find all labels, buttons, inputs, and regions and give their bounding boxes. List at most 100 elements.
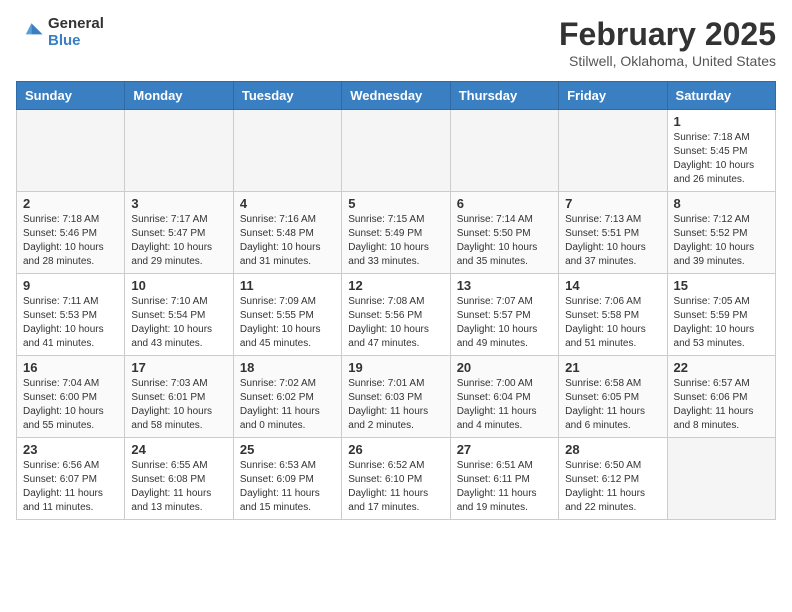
day-info: Sunrise: 7:06 AMSunset: 5:58 PMDaylight:… — [565, 295, 660, 351]
day-info: Sunrise: 7:10 AMSunset: 5:54 PMDaylight:… — [131, 295, 226, 351]
day-number: 10 — [131, 278, 226, 293]
day-info: Sunrise: 7:04 AMSunset: 6:00 PMDaylight:… — [23, 377, 118, 433]
calendar-cell — [667, 438, 775, 520]
day-info: Sunrise: 7:03 AMSunset: 6:01 PMDaylight:… — [131, 377, 226, 433]
day-header: Friday — [559, 82, 667, 110]
day-number: 3 — [131, 196, 226, 211]
calendar-cell: 22 Sunrise: 6:57 AMSunset: 6:06 PMDayligh… — [667, 356, 775, 438]
day-number: 14 — [565, 278, 660, 293]
day-info: Sunrise: 7:01 AMSunset: 6:03 PMDaylight:… — [348, 377, 443, 433]
calendar-cell — [125, 110, 233, 192]
calendar-cell — [17, 110, 125, 192]
day-info: Sunrise: 6:57 AMSunset: 6:06 PMDaylight:… — [674, 377, 769, 433]
calendar-cell: 23Sunrise: 6:56 AMSunset: 6:07 PMDayligh… — [17, 438, 125, 520]
calendar-cell: 8 Sunrise: 7:12 AMSunset: 5:52 PMDaylight… — [667, 192, 775, 274]
calendar-cell: 4 Sunrise: 7:16 AMSunset: 5:48 PMDaylight… — [233, 192, 341, 274]
day-number: 16 — [23, 360, 118, 375]
day-number: 8 — [674, 196, 769, 211]
calendar-cell — [342, 110, 450, 192]
day-info: Sunrise: 7:09 AMSunset: 5:55 PMDaylight:… — [240, 295, 335, 351]
day-number: 28 — [565, 442, 660, 457]
month-title: February 2025 — [559, 16, 776, 53]
calendar-cell: 24 Sunrise: 6:55 AMSunset: 6:08 PMDayligh… — [125, 438, 233, 520]
day-info: Sunrise: 7:05 AMSunset: 5:59 PMDaylight:… — [674, 295, 769, 351]
day-number: 7 — [565, 196, 660, 211]
day-info: Sunrise: 6:50 AMSunset: 6:12 PMDaylight:… — [565, 459, 660, 515]
day-number: 17 — [131, 360, 226, 375]
calendar-cell: 7Sunrise: 7:13 AMSunset: 5:51 PMDaylight… — [559, 192, 667, 274]
day-number: 25 — [240, 442, 335, 457]
calendar-cell — [233, 110, 341, 192]
day-header: Saturday — [667, 82, 775, 110]
day-info: Sunrise: 7:15 AMSunset: 5:49 PMDaylight:… — [348, 213, 443, 269]
day-info: Sunrise: 6:53 AMSunset: 6:09 PMDaylight:… — [240, 459, 335, 515]
calendar-cell: 25 Sunrise: 6:53 AMSunset: 6:09 PMDayligh… — [233, 438, 341, 520]
day-info: Sunrise: 7:02 AMSunset: 6:02 PMDaylight:… — [240, 377, 335, 433]
day-info: Sunrise: 7:18 AMSunset: 5:46 PMDaylight:… — [23, 213, 118, 269]
calendar: SundayMondayTuesdayWednesdayThursdayFrid… — [16, 81, 776, 520]
day-number: 27 — [457, 442, 552, 457]
day-number: 4 — [240, 196, 335, 211]
day-info: Sunrise: 6:55 AMSunset: 6:08 PMDaylight:… — [131, 459, 226, 515]
calendar-cell: 3 Sunrise: 7:17 AMSunset: 5:47 PMDaylight… — [125, 192, 233, 274]
day-info: Sunrise: 7:17 AMSunset: 5:47 PMDaylight:… — [131, 213, 226, 269]
location: Stilwell, Oklahoma, United States — [559, 53, 776, 69]
calendar-cell: 10 Sunrise: 7:10 AMSunset: 5:54 PMDayligh… — [125, 274, 233, 356]
day-header: Monday — [125, 82, 233, 110]
calendar-cell: 18 Sunrise: 7:02 AMSunset: 6:02 PMDayligh… — [233, 356, 341, 438]
day-number: 18 — [240, 360, 335, 375]
day-number: 13 — [457, 278, 552, 293]
calendar-week: 9 Sunrise: 7:11 AMSunset: 5:53 PMDaylight… — [17, 274, 776, 356]
calendar-cell: 15Sunrise: 7:05 AMSunset: 5:59 PMDayligh… — [667, 274, 775, 356]
day-number: 9 — [23, 278, 118, 293]
calendar-week: 23Sunrise: 6:56 AMSunset: 6:07 PMDayligh… — [17, 438, 776, 520]
day-number: 11 — [240, 278, 335, 293]
day-info: Sunrise: 6:52 AMSunset: 6:10 PMDaylight:… — [348, 459, 443, 515]
calendar-week: 1Sunrise: 7:18 AMSunset: 5:45 PMDaylight… — [17, 110, 776, 192]
day-info: Sunrise: 7:08 AMSunset: 5:56 PMDaylight:… — [348, 295, 443, 351]
calendar-cell: 21 Sunrise: 6:58 AMSunset: 6:05 PMDayligh… — [559, 356, 667, 438]
title-block: February 2025 Stilwell, Oklahoma, United… — [559, 16, 776, 69]
day-number: 24 — [131, 442, 226, 457]
day-info: Sunrise: 7:07 AMSunset: 5:57 PMDaylight:… — [457, 295, 552, 351]
calendar-cell — [559, 110, 667, 192]
calendar-cell: 9 Sunrise: 7:11 AMSunset: 5:53 PMDaylight… — [17, 274, 125, 356]
calendar-cell: 20Sunrise: 7:00 AMSunset: 6:04 PMDayligh… — [450, 356, 558, 438]
calendar-cell: 19 Sunrise: 7:01 AMSunset: 6:03 PMDayligh… — [342, 356, 450, 438]
logo-text: General Blue — [48, 16, 104, 49]
day-info: Sunrise: 7:14 AMSunset: 5:50 PMDaylight:… — [457, 213, 552, 269]
day-header: Sunday — [17, 82, 125, 110]
day-info: Sunrise: 6:58 AMSunset: 6:05 PMDaylight:… — [565, 377, 660, 433]
logo-icon — [16, 19, 44, 47]
calendar-cell: 14 Sunrise: 7:06 AMSunset: 5:58 PMDayligh… — [559, 274, 667, 356]
day-header: Thursday — [450, 82, 558, 110]
day-info: Sunrise: 7:11 AMSunset: 5:53 PMDaylight:… — [23, 295, 118, 351]
calendar-week: 16 Sunrise: 7:04 AMSunset: 6:00 PMDayligh… — [17, 356, 776, 438]
logo: General Blue — [16, 16, 104, 49]
day-info: Sunrise: 6:51 AMSunset: 6:11 PMDaylight:… — [457, 459, 552, 515]
day-number: 21 — [565, 360, 660, 375]
day-number: 20 — [457, 360, 552, 375]
logo-general: General — [48, 16, 104, 33]
calendar-body: 1Sunrise: 7:18 AMSunset: 5:45 PMDaylight… — [17, 110, 776, 520]
header-row: SundayMondayTuesdayWednesdayThursdayFrid… — [17, 82, 776, 110]
calendar-cell: 17 Sunrise: 7:03 AMSunset: 6:01 PMDayligh… — [125, 356, 233, 438]
day-header: Wednesday — [342, 82, 450, 110]
logo-blue: Blue — [48, 33, 104, 50]
calendar-week: 2Sunrise: 7:18 AMSunset: 5:46 PMDaylight… — [17, 192, 776, 274]
day-number: 26 — [348, 442, 443, 457]
calendar-cell: 11 Sunrise: 7:09 AMSunset: 5:55 PMDayligh… — [233, 274, 341, 356]
calendar-cell: 16 Sunrise: 7:04 AMSunset: 6:00 PMDayligh… — [17, 356, 125, 438]
day-number: 19 — [348, 360, 443, 375]
day-number: 22 — [674, 360, 769, 375]
calendar-cell: 28 Sunrise: 6:50 AMSunset: 6:12 PMDayligh… — [559, 438, 667, 520]
calendar-cell: 13 Sunrise: 7:07 AMSunset: 5:57 PMDayligh… — [450, 274, 558, 356]
day-info: Sunrise: 7:16 AMSunset: 5:48 PMDaylight:… — [240, 213, 335, 269]
calendar-cell — [450, 110, 558, 192]
day-number: 1 — [674, 114, 769, 129]
calendar-cell: 6Sunrise: 7:14 AMSunset: 5:50 PMDaylight… — [450, 192, 558, 274]
day-number: 5 — [348, 196, 443, 211]
calendar-cell: 2Sunrise: 7:18 AMSunset: 5:46 PMDaylight… — [17, 192, 125, 274]
page-header: General Blue February 2025 Stilwell, Okl… — [16, 16, 776, 69]
day-info: Sunrise: 7:12 AMSunset: 5:52 PMDaylight:… — [674, 213, 769, 269]
